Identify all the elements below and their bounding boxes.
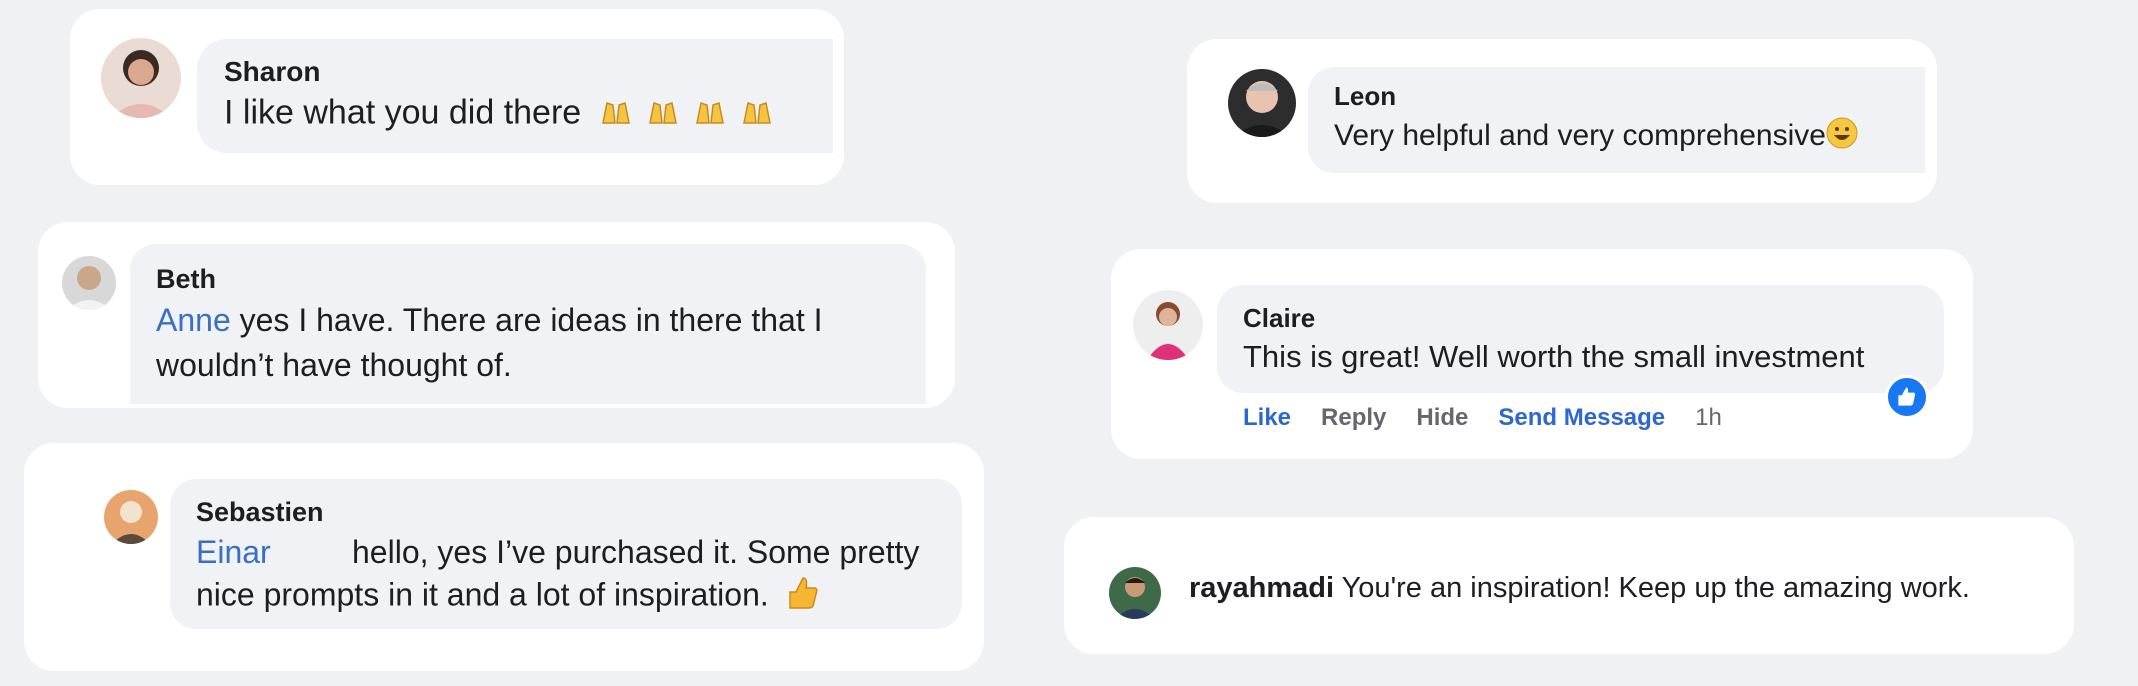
comment-text-sebastien-line1: hello, yes I’ve purchased it. Some prett…: [352, 534, 920, 570]
comment-text-beth-line2: wouldn’t have thought of.: [156, 347, 512, 383]
like-action[interactable]: Like: [1243, 404, 1291, 431]
comment-bubble-beth: Beth Anne yes I have. There are ideas in…: [130, 244, 926, 404]
commenter-name-sebastien[interactable]: Sebastien: [196, 497, 324, 528]
avatar-leon[interactable]: [1228, 69, 1296, 137]
commenter-name-sharon[interactable]: Sharon: [224, 56, 320, 88]
comment-line-rayahmadi: rayahmadi You're an inspiration! Keep up…: [1189, 572, 1970, 605]
comment-text-sharon: I like what you did there: [224, 93, 785, 136]
grinning-face-emoji: [1826, 117, 1858, 157]
comment-bubble-sharon: Sharon I like what you did there: [197, 39, 833, 153]
comment-card-claire: Claire This is great! Well worth the sma…: [1111, 249, 1973, 459]
comment-text-leon: Very helpful and very comprehensive: [1334, 117, 1858, 157]
comment-text-claire: This is great! Well worth the small inve…: [1243, 339, 1865, 374]
comment-card-rayahmadi: rayahmadi You're an inspiration! Keep up…: [1064, 517, 2074, 654]
comment-bubble-claire: Claire This is great! Well worth the sma…: [1217, 285, 1944, 393]
comment-card-sebastien: Sebastien Einar hello, yes I’ve purchase…: [24, 443, 984, 671]
avatar-sharon[interactable]: [101, 38, 181, 118]
comment-actions-claire: Like Reply Hide Send Message 1h: [1243, 404, 1752, 432]
raising-hands-emoji: [599, 93, 785, 136]
thumbs-up-emoji: [786, 576, 818, 618]
like-reaction-icon[interactable]: [1885, 375, 1929, 419]
comment-card-leon: Leon Very helpful and very comprehensive: [1187, 39, 1937, 203]
commenter-name-leon[interactable]: Leon: [1334, 81, 1396, 112]
comment-timestamp[interactable]: 1h: [1695, 404, 1722, 431]
mention-anne[interactable]: Anne: [156, 302, 231, 338]
avatar-sebastien[interactable]: [104, 490, 158, 544]
hide-action[interactable]: Hide: [1416, 404, 1468, 431]
comment-card-sharon: Sharon I like what you did there: [70, 9, 844, 185]
comment-text-beth-line1: Anne yes I have. There are ideas in ther…: [156, 302, 823, 338]
comment-bubble-leon: Leon Very helpful and very comprehensive: [1308, 67, 1925, 173]
comment-text-sebastien-line2: nice prompts in it and a lot of inspirat…: [196, 576, 818, 618]
commenter-name-rayahmadi[interactable]: rayahmadi: [1189, 572, 1334, 604]
avatar-rayahmadi[interactable]: [1109, 567, 1161, 619]
comment-text-rayahmadi: You're an inspiration! Keep up the amazi…: [1341, 572, 1970, 604]
reply-action[interactable]: Reply: [1321, 404, 1386, 431]
commenter-name-claire[interactable]: Claire: [1243, 303, 1315, 334]
avatar-claire[interactable]: [1133, 290, 1203, 360]
comment-bubble-sebastien: Sebastien Einar hello, yes I’ve purchase…: [170, 479, 962, 629]
mention-einar[interactable]: Einar: [196, 534, 271, 571]
avatar-beth[interactable]: [62, 256, 116, 310]
commenter-name-beth[interactable]: Beth: [156, 264, 216, 295]
comment-card-beth: Beth Anne yes I have. There are ideas in…: [38, 222, 955, 408]
send-message-action[interactable]: Send Message: [1498, 404, 1665, 431]
